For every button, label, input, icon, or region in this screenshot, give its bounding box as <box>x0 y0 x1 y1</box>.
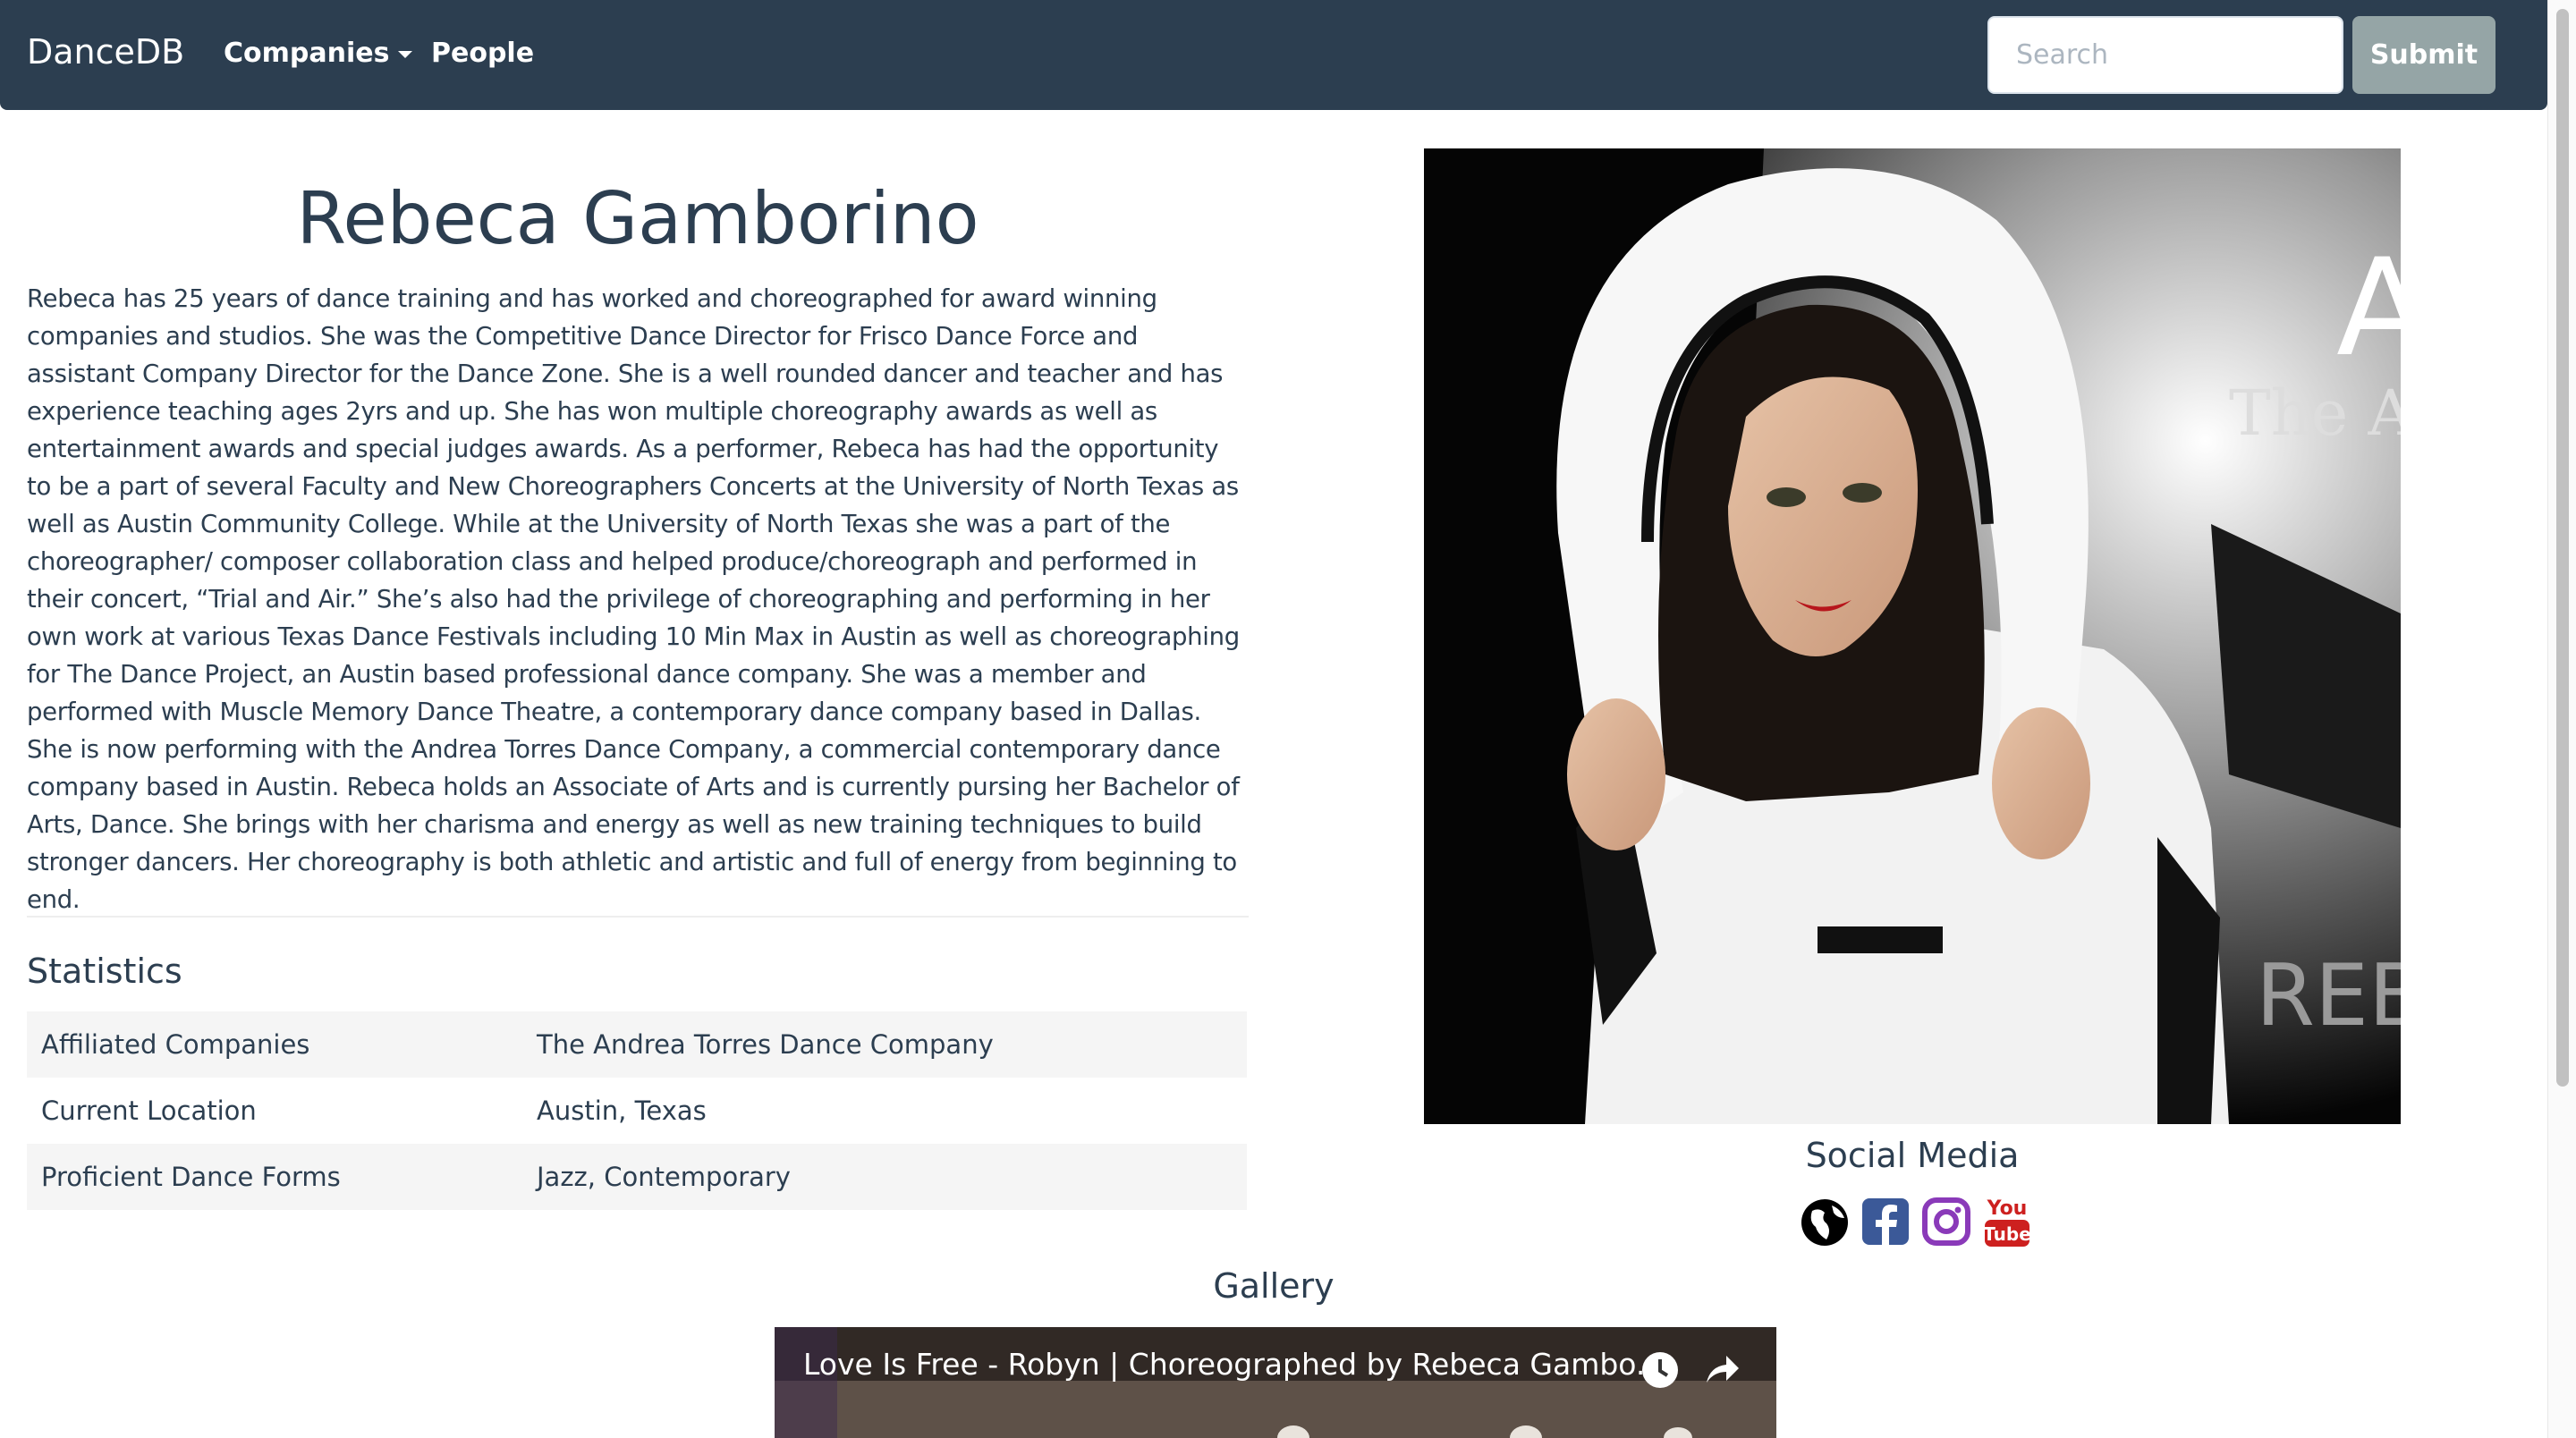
stat-value: Jazz, Contemporary <box>522 1144 1247 1210</box>
video-title[interactable]: Love Is Free - Robyn | Choreographed by … <box>803 1347 1664 1382</box>
facebook-icon[interactable] <box>1860 1195 1911 1248</box>
video-embed[interactable]: Love Is Free - Robyn | Choreographed by … <box>775 1327 1776 1438</box>
search-input[interactable] <box>1987 16 2343 94</box>
youtube-icon[interactable]: You Tube <box>1982 1195 2032 1248</box>
stat-label: Proficient Dance Forms <box>27 1144 522 1210</box>
statistics-table: Affiliated Companies The Andrea Torres D… <box>27 1011 1247 1210</box>
profile-photo: A The Ar REBEC <box>1424 148 2401 1124</box>
globe-icon[interactable] <box>1800 1195 1850 1248</box>
watermark-name: REBEC <box>2256 947 2401 1045</box>
stat-value: The Andrea Torres Dance Company <box>522 1011 1247 1078</box>
stat-value: Austin, Texas <box>537 1095 707 1126</box>
scrollbar-thumb[interactable] <box>2556 9 2569 1087</box>
instagram-icon[interactable] <box>1921 1195 1971 1248</box>
divider <box>27 916 1249 918</box>
statistics-heading: Statistics <box>27 952 182 991</box>
watermark-letter: A <box>2336 231 2401 386</box>
submit-button[interactable]: Submit <box>2352 16 2496 94</box>
table-row: Current Location Austin, Texas <box>27 1078 1247 1144</box>
youtube-you-text: You <box>1987 1197 2028 1220</box>
stat-label: Affiliated Companies <box>27 1011 522 1078</box>
companies-label: Companies <box>224 38 390 69</box>
youtube-tube-text: Tube <box>1983 1223 2031 1245</box>
scrollbar[interactable] <box>2547 0 2576 1438</box>
stat-label: Current Location <box>41 1095 257 1126</box>
watermark-subtitle: The Ar <box>2229 376 2401 450</box>
table-row: Affiliated Companies The Andrea Torres D… <box>27 1011 1247 1078</box>
gallery-heading: Gallery <box>1213 1266 1335 1306</box>
table-row: Proficient Dance Forms Jazz, Contemporar… <box>27 1144 1247 1210</box>
people-link[interactable]: People <box>431 38 534 69</box>
social-media-heading: Social Media <box>1805 1136 2020 1175</box>
caret-down-icon <box>398 50 413 58</box>
companies-dropdown[interactable]: Companies <box>224 38 413 69</box>
navbar: DanceDB Companies People Submit <box>0 0 2547 110</box>
profile-name: Rebeca Gamborino <box>296 177 979 260</box>
clock-icon[interactable] <box>1640 1350 1680 1390</box>
profile-bio: Rebeca has 25 years of dance training an… <box>27 284 1240 914</box>
brand-link[interactable]: DanceDB <box>27 32 184 72</box>
share-icon[interactable] <box>1701 1350 1741 1390</box>
